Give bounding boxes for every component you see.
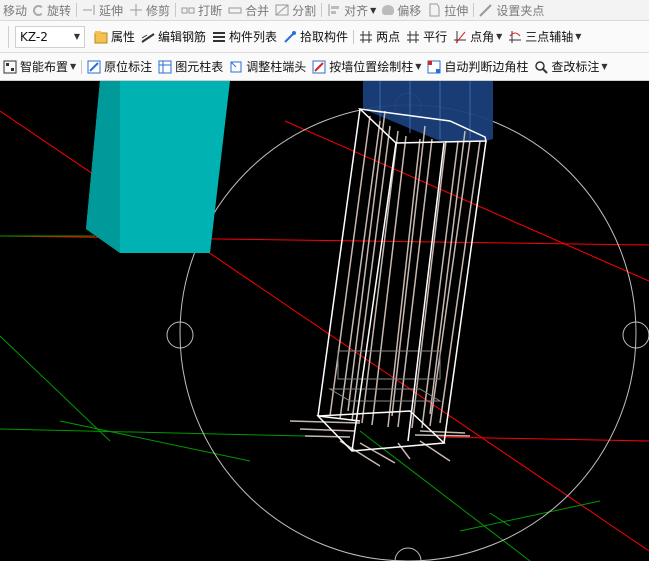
wall-position-icon bbox=[312, 60, 326, 74]
set-grip-button[interactable]: 设置夹点 bbox=[476, 0, 547, 20]
rebar-anchor bbox=[414, 434, 471, 437]
corner-column-icon bbox=[427, 60, 441, 74]
two-points-label: 两点 bbox=[376, 30, 401, 44]
component-list-label: 构件列表 bbox=[229, 30, 278, 44]
offset-label: 偏移 bbox=[397, 3, 422, 18]
dropdown-arrow-icon: ▼ bbox=[575, 32, 582, 41]
draw-by-wall-position-label: 按墙位置绘制柱 bbox=[329, 60, 414, 74]
smart-layout-icon bbox=[3, 60, 17, 74]
auto-corner-column-button[interactable]: 自动判断边角柱 bbox=[424, 53, 531, 80]
pick-component-button[interactable]: 拾取构件 bbox=[280, 21, 351, 52]
grip-icon bbox=[479, 3, 493, 17]
eyedropper-icon bbox=[283, 30, 297, 44]
component-select-value: KZ-2 bbox=[20, 29, 48, 44]
parallel-icon bbox=[406, 30, 420, 44]
trim-icon bbox=[129, 3, 143, 17]
draw-by-wall-position-button[interactable]: 按墙位置绘制柱 ▼ bbox=[309, 53, 424, 80]
component-select[interactable]: KZ-2 ▼ bbox=[15, 25, 85, 48]
query-annotation-icon bbox=[534, 60, 549, 74]
adjust-column-end-button[interactable]: 调整柱端头 bbox=[226, 53, 309, 80]
trim-button[interactable]: 修剪 bbox=[126, 0, 173, 20]
dropdown-arrow-icon: ▼ bbox=[601, 62, 608, 71]
merge-icon bbox=[228, 3, 242, 17]
drawing-canvas[interactable] bbox=[0, 81, 649, 561]
drawing-column-table-button[interactable]: 图元柱表 bbox=[155, 53, 226, 80]
rotate-label: 旋转 bbox=[47, 3, 72, 18]
auto-corner-column-label: 自动判断边角柱 bbox=[444, 60, 529, 74]
split-label: 分割 bbox=[292, 3, 317, 18]
offset-icon bbox=[382, 5, 395, 15]
drawing-column-table-label: 图元柱表 bbox=[175, 60, 224, 74]
properties-icon bbox=[94, 30, 108, 44]
set-grip-label: 设置夹点 bbox=[496, 3, 545, 18]
table-icon bbox=[158, 60, 172, 74]
layer-combo-edge[interactable] bbox=[0, 25, 9, 48]
merge-label: 合并 bbox=[245, 3, 270, 18]
split-icon bbox=[275, 3, 289, 17]
separator bbox=[81, 59, 83, 74]
edit-toolbar: 移动 旋转 延伸 修剪 打断 合并 分割 对齐 ▼ 偏移 拉伸 设置夹点 bbox=[0, 0, 649, 21]
in-situ-annotation-label: 原位标注 bbox=[104, 60, 153, 74]
two-points-button[interactable]: 两点 bbox=[356, 21, 403, 52]
align-icon bbox=[327, 3, 341, 17]
in-situ-annotation-button[interactable]: 原位标注 bbox=[84, 53, 155, 80]
list-icon bbox=[212, 30, 226, 44]
three-point-axis-button[interactable]: 三点辅轴 ▼ bbox=[505, 21, 584, 52]
three-point-axis-icon bbox=[508, 30, 522, 44]
three-point-axis-label: 三点辅轴 bbox=[525, 30, 574, 44]
query-annotation-button[interactable]: 查改标注 ▼ bbox=[531, 53, 610, 80]
properties-button[interactable]: 属性 bbox=[91, 21, 138, 52]
edit-rebar-button[interactable]: 编辑钢筋 bbox=[138, 21, 209, 52]
separator bbox=[76, 3, 78, 17]
parallel-button[interactable]: 平行 bbox=[403, 21, 450, 52]
point-angle-button[interactable]: 点角 ▼ bbox=[450, 21, 505, 52]
parallel-label: 平行 bbox=[423, 30, 448, 44]
adjust-column-end-icon bbox=[229, 60, 243, 74]
move-button[interactable]: 移动 bbox=[0, 0, 30, 20]
break-icon bbox=[181, 3, 195, 17]
extend-button[interactable]: 延伸 bbox=[79, 0, 126, 20]
stretch-icon bbox=[427, 3, 441, 17]
chevron-down-icon: ▼ bbox=[73, 32, 80, 41]
pick-component-label: 拾取构件 bbox=[300, 30, 349, 44]
point-angle-icon bbox=[453, 30, 467, 44]
point-angle-label: 点角 bbox=[470, 30, 495, 44]
extend-label: 延伸 bbox=[99, 3, 124, 18]
annotation-icon bbox=[87, 60, 101, 74]
rebar-anchor bbox=[304, 435, 351, 438]
merge-button[interactable]: 合并 bbox=[225, 0, 272, 20]
query-annotation-label: 查改标注 bbox=[551, 60, 600, 74]
adjust-column-end-label: 调整柱端头 bbox=[246, 60, 307, 74]
offset-button[interactable]: 偏移 bbox=[379, 0, 424, 20]
align-label: 对齐 bbox=[344, 3, 369, 18]
dropdown-arrow-icon: ▼ bbox=[496, 32, 503, 41]
separator bbox=[175, 3, 177, 17]
separator bbox=[321, 3, 323, 17]
draw-toolbar: 智能布置 ▼ 原位标注 图元柱表 调整柱端头 按墙位置绘制柱 ▼ 自动判断边角柱 查… bbox=[0, 53, 649, 81]
two-points-icon bbox=[359, 30, 373, 44]
separator bbox=[353, 29, 355, 44]
stretch-button[interactable]: 拉伸 bbox=[424, 0, 471, 20]
break-button[interactable]: 打断 bbox=[178, 0, 225, 20]
edit-rebar-label: 编辑钢筋 bbox=[158, 30, 207, 44]
smart-layout-label: 智能布置 bbox=[20, 60, 69, 74]
extend-icon bbox=[82, 3, 96, 17]
trim-label: 修剪 bbox=[146, 3, 171, 18]
component-toolbar: KZ-2 ▼ 属性 编辑钢筋 构件列表 拾取构件 两点 平行 点角 ▼ 三点辅轴 ▼ bbox=[0, 21, 649, 53]
dropdown-arrow-icon: ▼ bbox=[70, 62, 77, 71]
dropdown-arrow-icon: ▼ bbox=[370, 5, 377, 15]
rotate-icon bbox=[33, 4, 45, 16]
rotate-button[interactable]: 旋转 bbox=[30, 0, 74, 20]
component-list-button[interactable]: 构件列表 bbox=[209, 21, 280, 52]
align-button[interactable]: 对齐 ▼ bbox=[324, 0, 379, 20]
properties-label: 属性 bbox=[111, 30, 136, 44]
separator bbox=[473, 3, 475, 17]
edit-rebar-icon bbox=[141, 30, 155, 44]
stretch-label: 拉伸 bbox=[444, 3, 469, 18]
break-label: 打断 bbox=[198, 3, 223, 18]
dropdown-arrow-icon: ▼ bbox=[415, 62, 422, 71]
move-label: 移动 bbox=[3, 3, 28, 18]
split-button[interactable]: 分割 bbox=[272, 0, 319, 20]
smart-layout-button[interactable]: 智能布置 ▼ bbox=[0, 53, 79, 80]
